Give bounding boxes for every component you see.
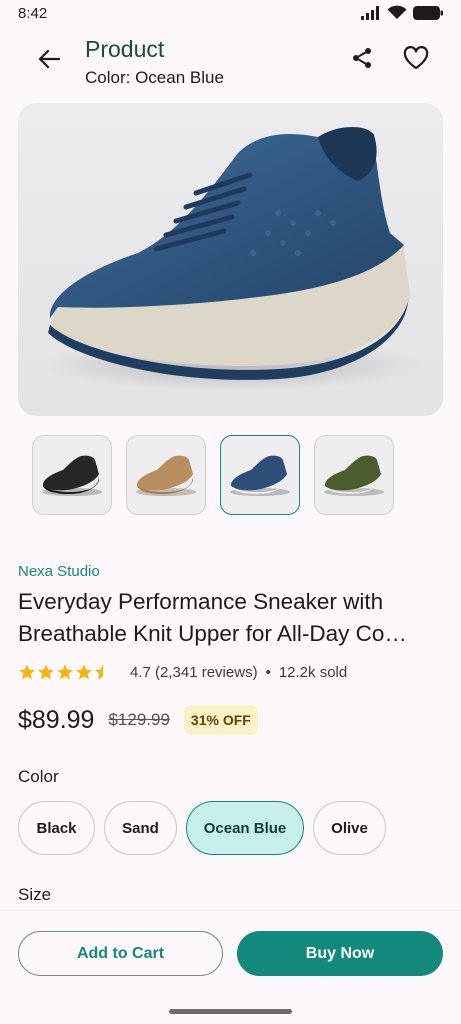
size-section-label: Size [18,885,52,904]
star-icon [38,664,54,680]
color-chip-black[interactable]: Black [18,801,95,855]
status-icons [361,5,443,20]
home-indicator[interactable] [169,1009,292,1014]
star-rating [18,663,112,681]
add-to-cart-button[interactable]: Add to Cart [18,931,223,976]
status-bar: 8:42 [0,0,461,28]
star-icon [19,664,35,680]
share-button[interactable] [348,44,376,72]
color-chip-ocean-blue[interactable]: Ocean Blue [186,801,304,855]
page-subtitle: Color: Ocean Blue [85,68,224,87]
product-main-image[interactable] [18,103,443,416]
discount-badge: 31% OFF [183,705,258,735]
battery-icon [413,5,443,20]
color-chips: Black Sand Ocean Blue Olive [18,801,386,855]
rating-row[interactable]: 4.7 (2,341 reviews) • 12.2k sold [18,661,347,683]
signal-icon [361,5,379,20]
current-price: $89.99 [18,705,95,734]
bottom-action-bar: Add to Cart Buy Now [0,910,461,1024]
color-chip-olive[interactable]: Olive [313,801,386,855]
color-chip-sand[interactable]: Sand [104,801,177,855]
star-icon [57,664,73,680]
heart-outline-icon [403,46,429,70]
page-title: Product [85,36,165,62]
sneaker-thumbnail-ocean-blue [230,455,290,496]
status-time: 8:42 [18,5,48,22]
favorite-button[interactable] [402,44,430,72]
buy-now-button[interactable]: Buy Now [237,931,443,976]
sneaker-thumbnail-olive [324,455,384,496]
original-price: $129.99 [108,710,170,729]
star-icon [76,664,92,680]
sneaker-thumbnail-black [42,455,102,496]
product-title: Everyday Performance Sneaker with Breath… [18,589,407,646]
separator-dot: • [265,663,271,681]
price-row: $89.99 $129.99 31% OFF [18,703,258,737]
rating-text: 4.7 (2,341 reviews) [130,663,258,681]
sneaker-thumbnail-sand [136,455,196,496]
back-button[interactable] [34,44,64,74]
thumbnail-sand[interactable] [126,435,206,515]
brand-name[interactable]: Nexa Studio [18,563,100,580]
thumbnail-ocean-blue[interactable] [220,435,300,515]
arrow-back-icon [38,49,60,69]
thumbnail-olive[interactable] [314,435,394,515]
color-section-label: Color [18,767,59,786]
sneaker-image [43,126,423,391]
wifi-icon [387,5,407,19]
thumbnail-strip [32,435,394,515]
share-icon [353,48,371,68]
sold-count: 12.2k sold [278,663,348,681]
thumbnail-black[interactable] [32,435,112,515]
star-half-icon [95,664,112,680]
app-bar: Product Color: Ocean Blue [0,28,461,94]
